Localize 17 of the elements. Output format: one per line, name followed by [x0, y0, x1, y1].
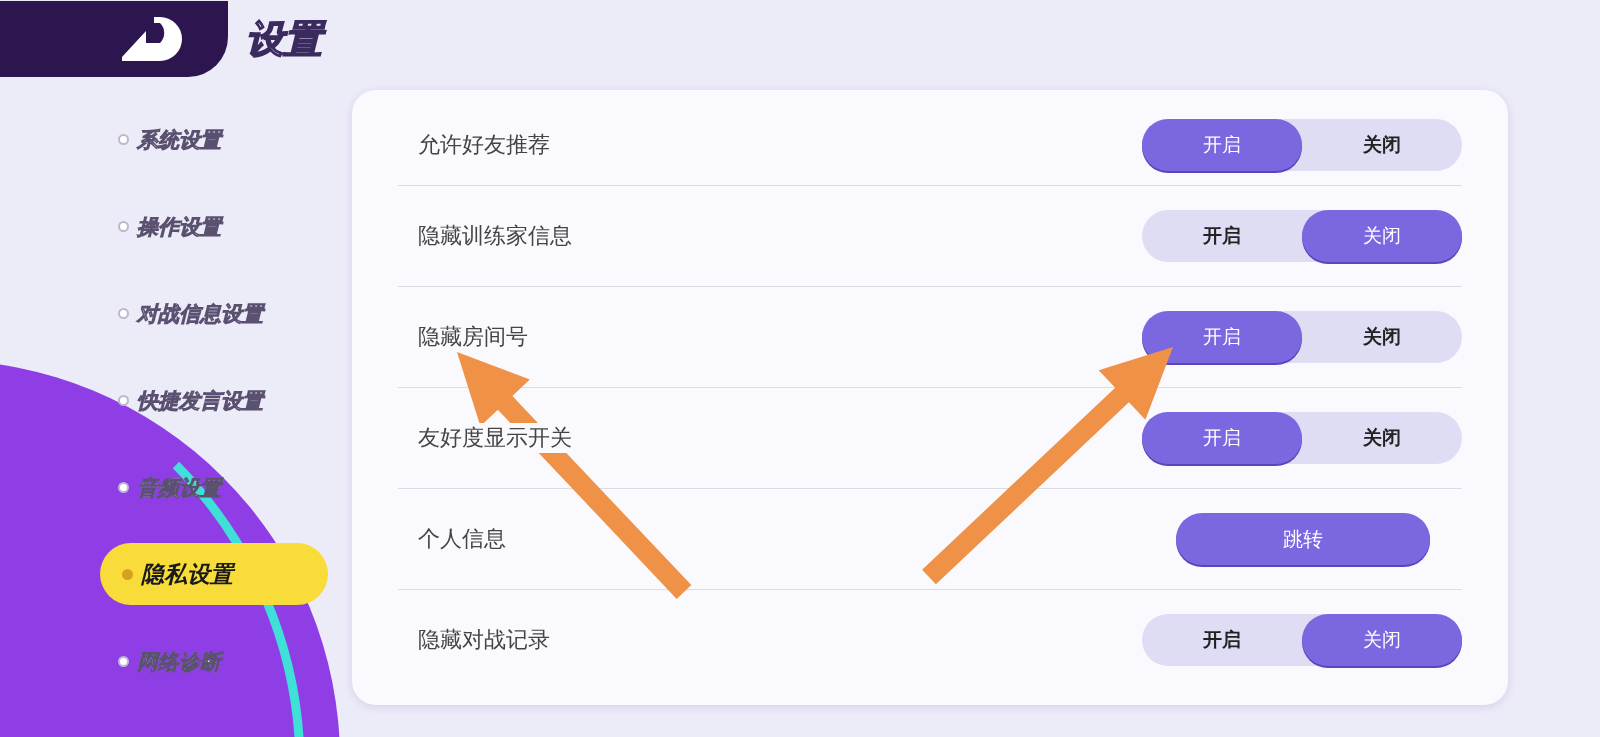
toggle-option[interactable]: 开启 [1142, 119, 1302, 171]
toggle-option[interactable]: 关闭 [1302, 412, 1462, 464]
toggle-option[interactable]: 开启 [1142, 210, 1302, 262]
jump-button[interactable]: 跳转 [1176, 513, 1430, 565]
toggle-option[interactable]: 开启 [1142, 311, 1302, 363]
toggle-option[interactable]: 开启 [1142, 614, 1302, 666]
setting-label: 友好度显示开关 [418, 423, 572, 453]
sidebar-item[interactable]: 隐私设置 [100, 543, 328, 605]
sidebar-item[interactable]: 系统设置 [0, 96, 352, 183]
toggle-option[interactable]: 关闭 [1302, 210, 1462, 262]
sidebar-item[interactable]: 对战信息设置 [0, 270, 352, 357]
sidebar-item[interactable]: 快捷发言设置 [0, 357, 352, 444]
toggle-option[interactable]: 关闭 [1302, 614, 1462, 666]
toggle-option[interactable]: 开启 [1142, 412, 1302, 464]
toggle-option[interactable]: 关闭 [1302, 311, 1462, 363]
sidebar-item[interactable]: 操作设置 [0, 183, 352, 270]
toggle-option[interactable]: 关闭 [1302, 119, 1462, 171]
